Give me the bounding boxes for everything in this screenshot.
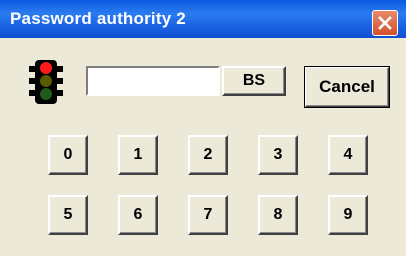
password-field[interactable]: [86, 66, 220, 96]
keypad-button-1[interactable]: 1: [118, 135, 158, 175]
close-icon: [378, 16, 392, 30]
title-bar[interactable]: Password authority 2: [0, 0, 406, 38]
close-button[interactable]: [372, 10, 398, 36]
keypad-button-9[interactable]: 9: [328, 195, 368, 235]
window-title: Password authority 2: [10, 9, 186, 28]
keypad-button-6[interactable]: 6: [118, 195, 158, 235]
cancel-button[interactable]: Cancel: [304, 66, 390, 108]
keypad-button-5[interactable]: 5: [48, 195, 88, 235]
keypad-button-4[interactable]: 4: [328, 135, 368, 175]
backspace-button[interactable]: BS: [222, 66, 286, 96]
keypad-button-2[interactable]: 2: [188, 135, 228, 175]
password-dialog: Password authority 2 BS Cancel 0 1 2 3 4…: [0, 0, 406, 256]
traffic-light-icon: [29, 60, 63, 104]
keypad-button-8[interactable]: 8: [258, 195, 298, 235]
keypad-button-3[interactable]: 3: [258, 135, 298, 175]
keypad-button-0[interactable]: 0: [48, 135, 88, 175]
keypad-button-7[interactable]: 7: [188, 195, 228, 235]
